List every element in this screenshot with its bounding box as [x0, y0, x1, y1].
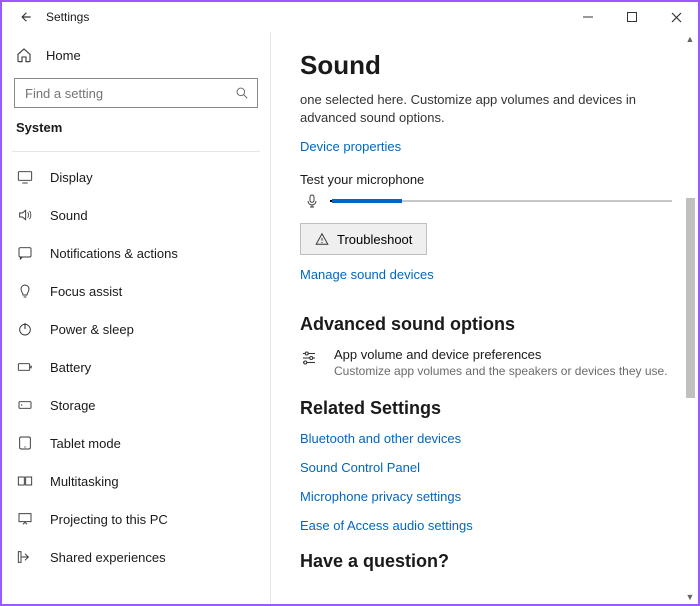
nav-power-sleep[interactable]: Power & sleep	[12, 310, 260, 348]
scrollbar[interactable]: ▲ ▼	[684, 32, 696, 604]
focus-assist-icon	[16, 283, 34, 299]
battery-icon	[16, 359, 34, 375]
related-link-sound-control-panel[interactable]: Sound Control Panel	[300, 460, 672, 475]
manage-sound-devices-link[interactable]: Manage sound devices	[300, 267, 434, 282]
mic-level-bar	[330, 200, 672, 202]
nav-display[interactable]: Display	[12, 158, 260, 196]
maximize-icon	[627, 12, 637, 22]
nav-notifications[interactable]: Notifications & actions	[12, 234, 260, 272]
nav-label: Tablet mode	[50, 436, 121, 451]
nav-sound[interactable]: Sound	[12, 196, 260, 234]
scroll-down-arrow-icon[interactable]: ▼	[684, 590, 696, 604]
nav-label: Display	[50, 170, 93, 185]
app-volume-option[interactable]: App volume and device preferences Custom…	[300, 347, 672, 378]
mic-level-fill	[332, 199, 402, 203]
nav-multitasking[interactable]: Multitasking	[12, 462, 260, 500]
divider	[12, 151, 260, 152]
mic-level-row	[300, 191, 672, 211]
close-icon	[671, 12, 682, 23]
nav-tablet-mode[interactable]: Tablet mode	[12, 424, 260, 462]
app-volume-desc: Customize app volumes and the speakers o…	[334, 364, 668, 378]
maximize-button[interactable]	[610, 2, 654, 32]
nav-label: Sound	[50, 208, 88, 223]
nav-label: Shared experiences	[50, 550, 166, 565]
microphone-icon	[304, 191, 320, 211]
test-mic-label: Test your microphone	[300, 172, 672, 187]
nav-label: Multitasking	[50, 474, 119, 489]
search-icon	[235, 86, 249, 100]
nav-shared-experiences[interactable]: Shared experiences	[12, 538, 260, 576]
home-label: Home	[46, 48, 81, 63]
nav-projecting[interactable]: Projecting to this PC	[12, 500, 260, 538]
tablet-icon	[16, 435, 34, 451]
advanced-header: Advanced sound options	[300, 314, 672, 335]
scroll-thumb[interactable]	[686, 198, 695, 398]
section-title: System	[12, 120, 260, 149]
sliders-icon	[300, 347, 320, 378]
nav-storage[interactable]: Storage	[12, 386, 260, 424]
page-description: one selected here. Customize app volumes…	[300, 91, 672, 127]
question-header: Have a question?	[300, 551, 672, 572]
warning-icon	[315, 232, 329, 246]
minimize-button[interactable]	[566, 2, 610, 32]
related-link-mic-privacy[interactable]: Microphone privacy settings	[300, 489, 672, 504]
shared-icon	[16, 549, 34, 565]
notifications-icon	[16, 245, 34, 261]
nav-label: Power & sleep	[50, 322, 134, 337]
content-pane: Sound one selected here. Customize app v…	[270, 32, 698, 604]
nav-label: Battery	[50, 360, 91, 375]
nav-label: Focus assist	[50, 284, 122, 299]
multitasking-icon	[16, 473, 34, 489]
home-nav[interactable]: Home	[12, 38, 260, 72]
scroll-track[interactable]	[684, 48, 696, 588]
search-input[interactable]	[23, 85, 235, 102]
settings-window: Settings Home	[0, 0, 700, 606]
app-volume-title: App volume and device preferences	[334, 347, 668, 362]
nav-label: Storage	[50, 398, 96, 413]
related-header: Related Settings	[300, 398, 672, 419]
troubleshoot-button[interactable]: Troubleshoot	[300, 223, 427, 255]
back-button[interactable]	[10, 2, 42, 32]
power-icon	[16, 321, 34, 337]
back-arrow-icon	[19, 10, 33, 24]
projecting-icon	[16, 511, 34, 527]
sidebar: Home System Display Sound Notifications	[2, 32, 270, 604]
nav-focus-assist[interactable]: Focus assist	[12, 272, 260, 310]
minimize-icon	[583, 12, 593, 22]
troubleshoot-label: Troubleshoot	[337, 232, 412, 247]
storage-icon	[16, 397, 34, 413]
nav-battery[interactable]: Battery	[12, 348, 260, 386]
nav-label: Projecting to this PC	[50, 512, 168, 527]
home-icon	[16, 47, 32, 63]
related-link-ease-of-access[interactable]: Ease of Access audio settings	[300, 518, 672, 533]
titlebar: Settings	[2, 2, 698, 32]
related-link-bluetooth[interactable]: Bluetooth and other devices	[300, 431, 672, 446]
window-title: Settings	[46, 10, 566, 24]
search-box[interactable]	[14, 78, 258, 108]
scroll-up-arrow-icon[interactable]: ▲	[684, 32, 696, 46]
nav-label: Notifications & actions	[50, 246, 178, 261]
sound-icon	[16, 207, 34, 223]
page-title: Sound	[300, 50, 672, 81]
close-button[interactable]	[654, 2, 698, 32]
device-properties-link[interactable]: Device properties	[300, 139, 401, 154]
display-icon	[16, 169, 34, 185]
